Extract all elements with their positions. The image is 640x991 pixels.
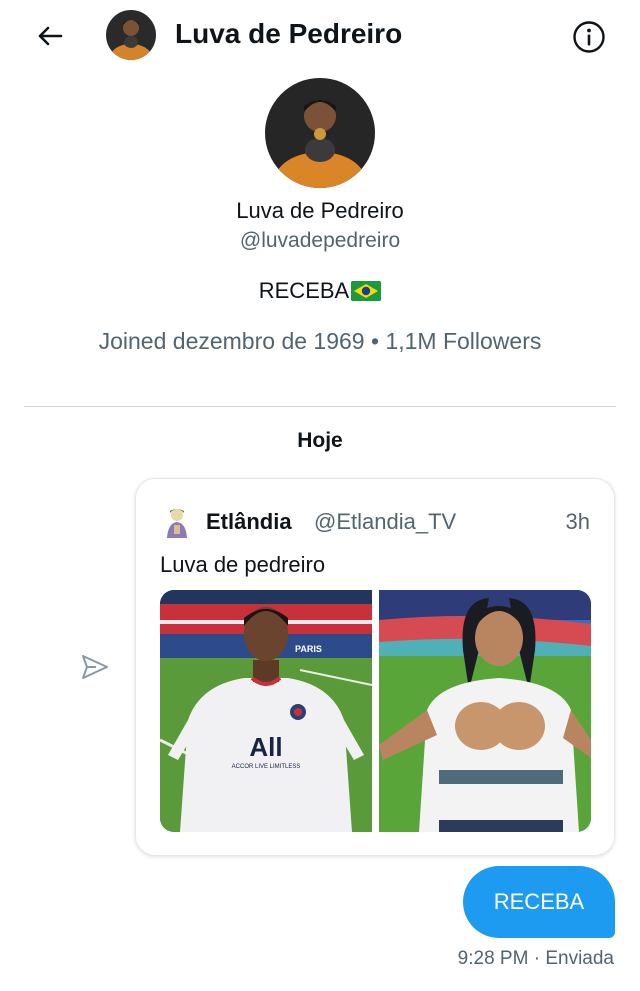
header-avatar[interactable] (106, 10, 156, 60)
profile-bio-text: RECEBA (258, 278, 350, 303)
tweet-image-footballer[interactable]: PARIS All ACCOR LIVE LIMITLESS (160, 590, 372, 832)
joined-date: Joined dezembro de 1969 (98, 328, 365, 354)
sent-meta-separator: · (528, 948, 546, 969)
day-label: Hoje (297, 429, 343, 452)
divider (24, 406, 616, 407)
jersey-sponsor-subtext: ACCOR LIVE LIMITLESS (232, 764, 301, 770)
info-icon[interactable] (572, 20, 606, 54)
tweet-author-name: Etlândia (206, 509, 292, 534)
sent-message-bubble[interactable]: RECEBA (463, 866, 615, 938)
sent-message-time: 9:28 PM (457, 948, 529, 969)
jersey-sponsor-text: All (249, 732, 282, 762)
sent-message-meta: 9:28 PM · Enviada (458, 948, 614, 970)
profile-meta: Joined dezembro de 1969 • 1,1M Followers (0, 328, 640, 355)
brazil-flag-icon (351, 281, 382, 301)
tweet-time: 3h (565, 509, 590, 534)
profile-handle: @luvadepedreiro (239, 229, 401, 252)
tweet-author-handle: @Etlandia_TV (314, 509, 457, 534)
stadium-sign-text: PARIS (295, 644, 322, 654)
profile-avatar[interactable] (265, 78, 375, 188)
tweet-image-anime[interactable] (379, 590, 591, 832)
profile-bio: RECEBA (0, 278, 640, 304)
followers-count[interactable]: 1,1M Followers (385, 328, 541, 354)
conversation-header: Luva de Pedreiro (0, 0, 640, 72)
shared-tweet-card[interactable]: Etlândia @Etlandia_TV 3h Luva de pedreir… (135, 478, 615, 856)
back-arrow-icon[interactable] (34, 20, 66, 52)
tweet-text: Luva de pedreiro (160, 552, 326, 577)
sent-message-status: Enviada (545, 948, 614, 969)
meta-separator: • (364, 328, 386, 354)
header-title: Luva de Pedreiro (175, 18, 403, 49)
share-icon[interactable] (80, 652, 110, 682)
tweet-author-avatar[interactable] (160, 505, 194, 539)
profile-name: Luva de Pedreiro (236, 198, 404, 223)
